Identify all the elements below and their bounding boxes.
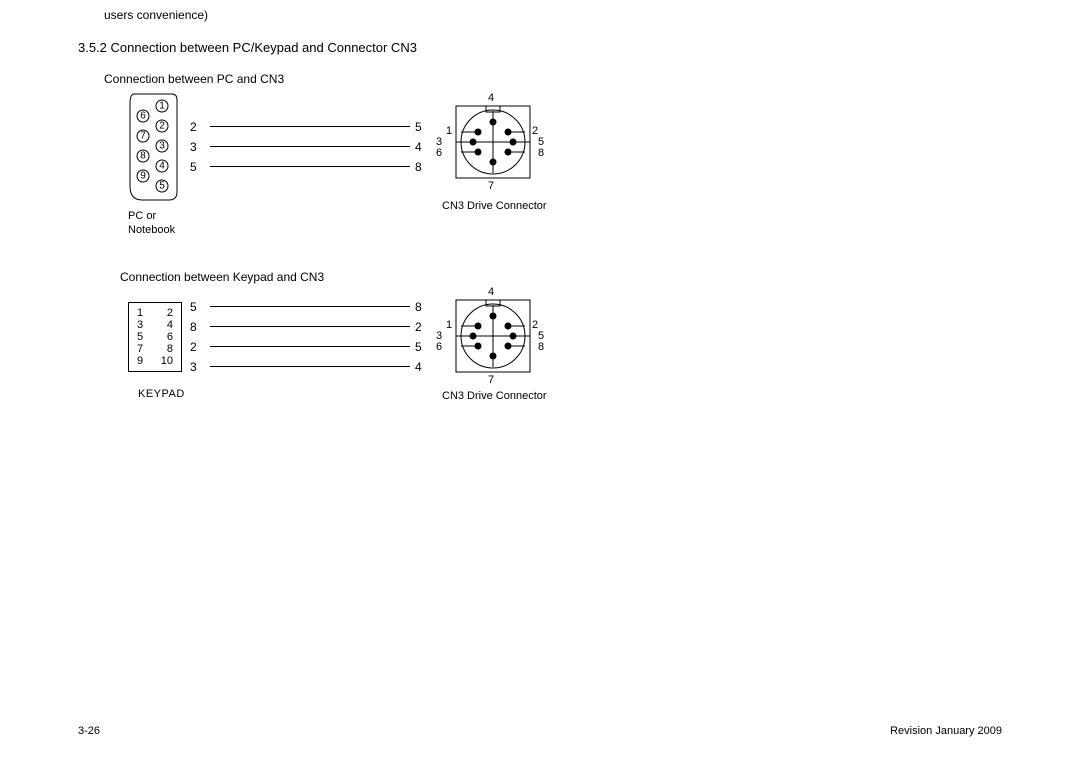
subheading-keypad-cn3: Connection between Keypad and CN3 [120,270,324,284]
kp-r-0: 2 [161,307,173,319]
db9-pin-6: 6 [140,111,146,122]
db9-pin-2: 2 [159,121,165,132]
cn3b-pin-8: 8 [538,341,544,353]
kp-r-1: 4 [161,319,173,331]
kp-l-0: 1 [137,307,143,319]
revision-note: Revision January 2009 [890,725,1002,737]
db9-pin-3: 3 [159,141,165,152]
top-note: users convenience) [104,8,208,22]
db9-label-line1: PC or [128,210,156,222]
cn3b-pin-4: 4 [488,286,494,298]
wire2-left-3: 3 [190,360,197,374]
wire1-right-2: 8 [415,160,422,174]
cn3b-pin-1: 1 [446,319,452,331]
cn3-pin-1: 1 [446,125,452,137]
cn3-label-top: CN3 Drive Connector [442,200,547,212]
page: users convenience) 3.5.2 Connection betw… [0,0,1080,763]
kp-r-2: 6 [161,331,173,343]
subheading-pc-cn3: Connection between PC and CN3 [104,72,284,86]
db9-pin-5: 5 [159,181,165,192]
db9-pin-8: 8 [140,151,146,162]
db9-pin-4: 4 [159,161,165,172]
db9-connector: 1 2 3 4 5 6 7 8 9 [128,92,178,202]
wire1-left-0: 2 [190,120,197,134]
cn3-pin-7: 7 [488,180,494,192]
wire2-left-2: 2 [190,340,197,354]
cn3-pin-4: 4 [488,92,494,104]
wire1-right-1: 4 [415,140,422,154]
keypad-label: KEYPAD [138,388,185,400]
wire1-left-1: 3 [190,140,197,154]
page-number: 3-26 [78,725,100,737]
kp-l-2: 5 [137,331,143,343]
db9-label: PC or Notebook [128,210,175,238]
db9-pin-9: 9 [140,171,146,182]
wire1-right-0: 5 [415,120,422,134]
cn3b-pin-7: 7 [488,374,494,386]
kp-l-3: 7 [137,343,143,355]
db9-pin-7: 7 [140,131,146,142]
wire2-left-1: 8 [190,320,197,334]
kp-l-1: 3 [137,319,143,331]
cn3-label-bottom: CN3 Drive Connector [442,390,547,402]
wires-keypad-cn3: 5 8 8 2 2 5 3 4 [190,300,430,400]
wire2-right-1: 2 [415,320,422,334]
keypad-connector: 1 3 5 7 9 2 4 6 8 10 [128,302,182,372]
cn3-pin-8: 8 [538,147,544,159]
cn3-pin-6: 6 [436,147,442,159]
wire2-right-3: 4 [415,360,422,374]
cn3b-pin-6: 6 [436,341,442,353]
wire1-left-2: 5 [190,160,197,174]
wire2-right-2: 5 [415,340,422,354]
kp-r-3: 8 [161,343,173,355]
section-heading: 3.5.2 Connection between PC/Keypad and C… [78,40,417,55]
db9-pin-1: 1 [159,101,165,112]
cn3-connector-top: 4 1 2 3 5 6 8 7 [438,92,538,192]
kp-r-4: 10 [161,355,173,367]
wires-pc-cn3: 2 5 3 4 5 8 [190,92,430,212]
wire2-left-0: 5 [190,300,197,314]
db9-label-line2: Notebook [128,224,175,236]
kp-l-4: 9 [137,355,143,367]
cn3-connector-bottom: 4 1 2 3 5 6 8 7 [438,286,538,386]
wire2-right-0: 8 [415,300,422,314]
